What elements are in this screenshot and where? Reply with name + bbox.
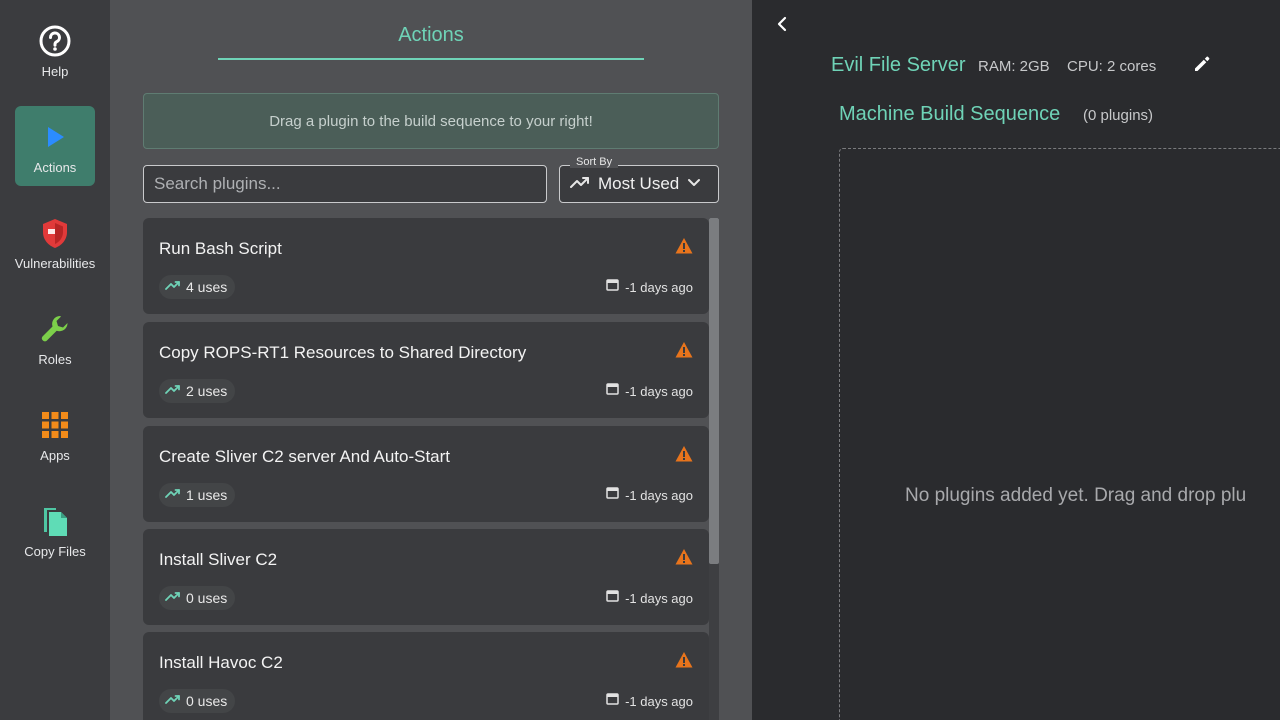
plugin-title: Create Sliver C2 server And Auto-Start xyxy=(159,447,451,466)
calendar-icon xyxy=(606,486,619,504)
calendar-icon xyxy=(606,278,619,296)
machine-cpu: CPU: 2 cores xyxy=(1067,58,1157,75)
warning-icon xyxy=(675,445,693,463)
plugin-title: Install Havoc C2 xyxy=(159,653,283,672)
usage-badge: 2 uses xyxy=(159,379,236,403)
usage-count: 1 uses xyxy=(186,487,228,503)
warning-icon xyxy=(675,651,693,669)
date-text: -1 days ago xyxy=(625,279,693,295)
calendar-icon xyxy=(606,692,619,710)
plugin-list: Run Bash Script 4 uses -1 days ago Copy … xyxy=(143,218,709,720)
chevron-down-icon xyxy=(687,175,701,193)
trending-up-icon xyxy=(165,589,181,607)
date-info: -1 days ago xyxy=(606,692,693,710)
nav-label-help: Help xyxy=(41,64,69,79)
machine-name: Evil File Server xyxy=(831,54,966,76)
usage-count: 0 uses xyxy=(186,590,228,606)
app-root: Help Actions Vulnerabilities Roles Apps … xyxy=(0,0,1280,720)
plugin-card[interactable]: Install Havoc C2 0 uses -1 days ago xyxy=(143,632,709,720)
usage-badge: 1 uses xyxy=(159,483,236,507)
help-circle-icon xyxy=(38,24,72,58)
tab-indicator xyxy=(218,58,644,60)
date-info: -1 days ago xyxy=(606,382,693,400)
usage-badge: 0 uses xyxy=(159,586,236,610)
plugin-title: Run Bash Script xyxy=(159,239,282,258)
grid-icon xyxy=(38,408,72,442)
calendar-icon xyxy=(606,382,619,400)
usage-badge: 4 uses xyxy=(159,275,236,299)
empty-state-message: No plugins added yet. Drag and drop plu xyxy=(905,485,1247,506)
trending-up-icon xyxy=(570,175,590,194)
play-icon xyxy=(38,120,72,154)
wrench-icon xyxy=(38,312,72,346)
nav-item-copy-files[interactable]: Copy Files xyxy=(15,490,95,570)
plugin-title: Copy ROPS-RT1 Resources to Shared Direct… xyxy=(159,343,527,362)
warning-icon xyxy=(675,341,693,359)
usage-count: 4 uses xyxy=(186,279,228,295)
nav-rail: Help Actions Vulnerabilities Roles Apps … xyxy=(0,0,110,720)
build-sequence-count: (0 plugins) xyxy=(1083,107,1154,124)
pencil-icon xyxy=(1193,55,1211,78)
nav-label-actions: Actions xyxy=(33,160,77,175)
tab-actions[interactable]: Actions xyxy=(218,24,644,47)
build-sequence-dropzone[interactable] xyxy=(839,148,1280,720)
nav-item-roles[interactable]: Roles xyxy=(15,298,95,378)
trending-up-icon xyxy=(165,278,181,296)
nav-label-copy-files: Copy Files xyxy=(24,544,86,559)
chevron-left-icon xyxy=(776,16,788,37)
trending-up-icon xyxy=(165,692,181,710)
sort-legend: Sort By xyxy=(570,156,619,168)
nav-item-actions[interactable]: Actions xyxy=(15,106,95,186)
nav-label-roles: Roles xyxy=(38,352,72,367)
usage-count: 2 uses xyxy=(186,383,228,399)
sort-select[interactable]: Most Used xyxy=(559,165,719,203)
plugin-card[interactable]: Create Sliver C2 server And Auto-Start 1… xyxy=(143,426,709,522)
usage-badge: 0 uses xyxy=(159,689,236,713)
machine-ram: RAM: 2GB xyxy=(978,58,1050,75)
plugin-title: Install Sliver C2 xyxy=(159,550,278,569)
usage-count: 0 uses xyxy=(186,693,228,709)
trending-up-icon xyxy=(165,382,181,400)
drag-hint-banner: Drag a plugin to the build sequence to y… xyxy=(143,93,719,149)
nav-item-apps[interactable]: Apps xyxy=(15,394,95,474)
sort-value: Most Used xyxy=(598,174,680,193)
trending-up-icon xyxy=(165,486,181,504)
nav-item-help[interactable]: Help xyxy=(15,10,95,90)
shield-icon xyxy=(38,216,72,250)
warning-icon xyxy=(675,237,693,255)
date-text: -1 days ago xyxy=(625,590,693,606)
nav-label-apps: Apps xyxy=(40,448,70,463)
date-info: -1 days ago xyxy=(606,278,693,296)
nav-item-vulnerabilities[interactable]: Vulnerabilities xyxy=(15,202,95,282)
search-input[interactable] xyxy=(143,165,547,203)
date-info: -1 days ago xyxy=(606,589,693,607)
plugin-card[interactable]: Install Sliver C2 0 uses -1 days ago xyxy=(143,529,709,625)
warning-icon xyxy=(675,548,693,566)
date-info: -1 days ago xyxy=(606,486,693,504)
scrollbar-thumb[interactable] xyxy=(709,218,719,564)
build-sequence-title: Machine Build Sequence xyxy=(839,103,1061,125)
plugin-card[interactable]: Copy ROPS-RT1 Resources to Shared Direct… xyxy=(143,322,709,418)
date-text: -1 days ago xyxy=(625,383,693,399)
plugin-card[interactable]: Run Bash Script 4 uses -1 days ago xyxy=(143,218,709,314)
collapse-panel-button[interactable] xyxy=(764,10,800,42)
date-text: -1 days ago xyxy=(625,693,693,709)
date-text: -1 days ago xyxy=(625,487,693,503)
calendar-icon xyxy=(606,589,619,607)
plugin-list-scrollbar[interactable] xyxy=(709,218,719,720)
nav-label-vulnerabilities: Vulnerabilities xyxy=(14,256,96,271)
edit-machine-button[interactable] xyxy=(1190,54,1214,78)
files-icon xyxy=(38,504,72,538)
